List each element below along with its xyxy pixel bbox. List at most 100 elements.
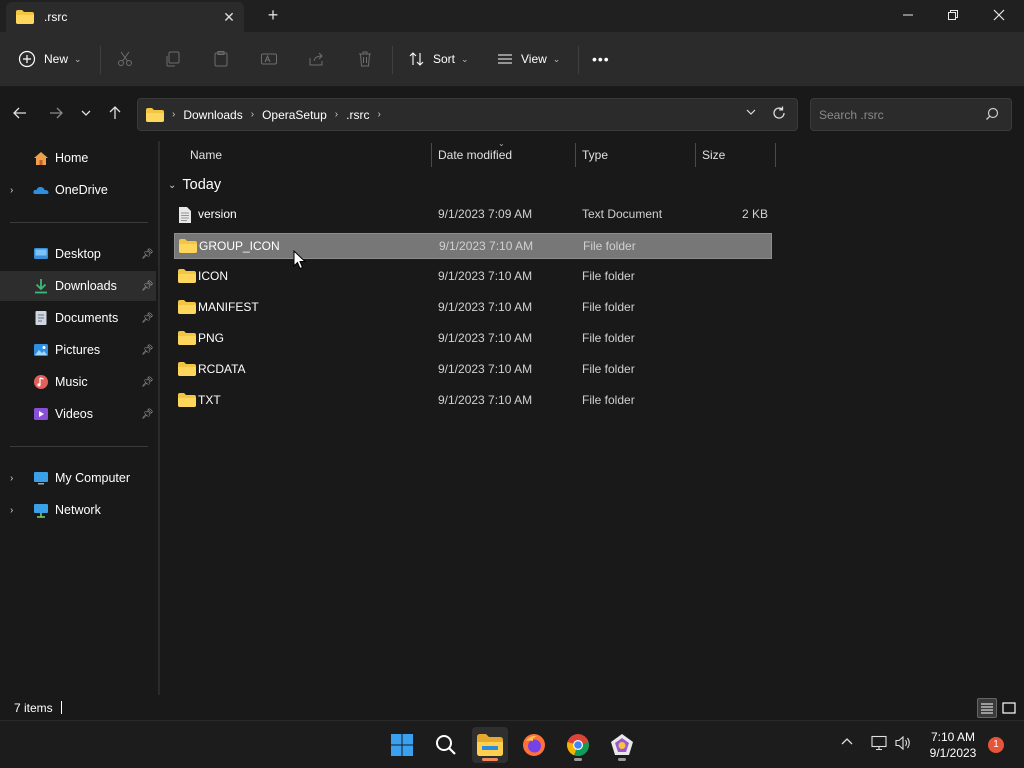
folder-icon (178, 300, 196, 314)
chevron-right-icon[interactable]: › (10, 473, 13, 484)
file-row-version[interactable]: version 9/1/2023 7:09 AM Text Document 2… (174, 202, 772, 228)
breadcrumb-operasetup[interactable]: OperaSetup (262, 108, 327, 122)
pin-icon[interactable]: 📌︎ (141, 345, 154, 356)
new-tab-button[interactable]: + (262, 4, 284, 26)
folder-icon (146, 107, 164, 122)
file-row-txt[interactable]: TXT 9/1/2023 7:10 AM File folder (174, 388, 772, 414)
item-count: 7 items (14, 701, 53, 715)
folder-icon (179, 239, 197, 253)
search-icon (986, 107, 999, 120)
file-row-group-icon[interactable]: GROUP_ICON 9/1/2023 7:10 AM File folder (174, 233, 772, 259)
network-status-button[interactable] (870, 735, 888, 754)
tab-rsrc[interactable]: .rsrc ✕ (6, 2, 244, 32)
sidebar-label: Music (55, 375, 88, 389)
minimize-button[interactable] (885, 0, 931, 30)
details-view-button[interactable] (977, 698, 997, 718)
pin-icon[interactable]: 📌︎ (141, 409, 154, 420)
tab-close-icon[interactable]: ✕ (214, 9, 244, 26)
sidebar-item-my-computer[interactable]: › My Computer (0, 463, 156, 493)
back-button[interactable] (8, 101, 32, 125)
chevron-right-icon[interactable]: › (10, 505, 13, 516)
column-divider[interactable] (575, 143, 576, 167)
file-date: 9/1/2023 7:10 AM (438, 331, 533, 345)
column-header-type[interactable]: Type (582, 141, 608, 168)
volume-button[interactable] (894, 735, 912, 754)
show-hidden-icons-button[interactable] (840, 735, 854, 752)
large-icons-view-button[interactable] (999, 698, 1019, 718)
sidebar-label: My Computer (55, 471, 131, 485)
cut-button[interactable] (116, 44, 134, 74)
sidebar-item-music[interactable]: Music 📌︎ (0, 367, 156, 397)
delete-button[interactable] (356, 44, 374, 74)
pin-icon[interactable]: 📌︎ (141, 281, 154, 292)
taskbar-app[interactable] (604, 727, 640, 763)
close-window-button[interactable] (976, 0, 1022, 30)
pin-icon[interactable]: 📌︎ (141, 313, 154, 324)
system-clock[interactable]: 7:10 AM 9/1/2023 (920, 729, 986, 761)
taskbar-chrome[interactable] (560, 727, 596, 763)
taskbar-firefox[interactable] (516, 727, 552, 763)
chevron-right-icon[interactable]: › (10, 185, 13, 196)
column-divider[interactable] (695, 143, 696, 167)
chevron-right-icon[interactable]: › (251, 109, 254, 120)
breadcrumb-downloads[interactable]: Downloads (183, 108, 242, 122)
column-header-name[interactable]: Name (190, 141, 222, 168)
pin-icon[interactable]: 📌︎ (141, 249, 154, 260)
start-button[interactable] (384, 727, 420, 763)
paste-button[interactable] (212, 44, 230, 74)
share-button[interactable] (308, 44, 326, 74)
mouse-cursor-icon (293, 250, 307, 270)
address-bar[interactable]: › Downloads › OperaSetup › .rsrc › (137, 98, 798, 131)
sidebar-item-home[interactable]: Home (0, 143, 156, 173)
paste-icon (214, 51, 228, 67)
view-button[interactable]: View ⌄ (496, 44, 560, 74)
divider (10, 446, 148, 447)
column-divider[interactable] (775, 143, 776, 167)
file-size: 2 KB (741, 207, 768, 221)
file-row-png[interactable]: PNG 9/1/2023 7:10 AM File folder (174, 326, 772, 352)
sidebar-item-onedrive[interactable]: › OneDrive (0, 175, 156, 205)
pin-icon[interactable]: 📌︎ (141, 377, 154, 388)
breadcrumb-rsrc[interactable]: .rsrc (346, 108, 369, 122)
group-header-today[interactable]: ⌄ Today (168, 177, 221, 193)
restore-button[interactable] (930, 0, 976, 30)
sidebar-item-network[interactable]: › Network (0, 495, 156, 525)
sidebar-item-desktop[interactable]: Desktop 📌︎ (0, 239, 156, 269)
copy-button[interactable] (164, 44, 182, 74)
chevron-down-icon: ⌄ (168, 179, 177, 191)
divider (10, 222, 148, 223)
address-dropdown-icon[interactable] (745, 106, 757, 121)
file-type: File folder (582, 269, 635, 283)
up-button[interactable] (103, 101, 127, 125)
search-box[interactable] (810, 98, 1012, 131)
sort-button[interactable]: Sort ⌄ (408, 44, 469, 74)
title-bar: .rsrc ✕ + (0, 0, 1024, 32)
chevron-right-icon[interactable]: › (335, 109, 338, 120)
rename-button[interactable] (260, 44, 278, 74)
forward-button[interactable] (44, 101, 68, 125)
file-date: 9/1/2023 7:10 AM (438, 269, 533, 283)
more-options-button[interactable]: ••• (592, 44, 610, 74)
sidebar-item-videos[interactable]: Videos 📌︎ (0, 399, 156, 429)
sidebar-item-downloads[interactable]: Downloads 📌︎ (0, 271, 156, 301)
file-type: File folder (582, 393, 635, 407)
new-button[interactable]: New ⌄ (18, 44, 82, 74)
chevron-right-icon: › (172, 109, 176, 120)
taskbar-search-button[interactable] (428, 727, 464, 763)
file-row-rcdata[interactable]: RCDATA 9/1/2023 7:10 AM File folder (174, 357, 772, 383)
sidebar-item-pictures[interactable]: Pictures 📌︎ (0, 335, 156, 365)
file-row-manifest[interactable]: MANIFEST 9/1/2023 7:10 AM File folder (174, 295, 772, 321)
column-header-date[interactable]: Date modified (438, 141, 512, 168)
search-input[interactable] (819, 106, 979, 124)
arrow-right-icon (50, 107, 63, 119)
file-row-icon[interactable]: ICON 9/1/2023 7:10 AM File folder (174, 264, 772, 290)
column-header-size[interactable]: Size (702, 141, 725, 168)
recent-locations-button[interactable] (74, 101, 98, 125)
refresh-icon[interactable] (771, 105, 787, 124)
notification-badge[interactable]: 1 (988, 737, 1004, 753)
chevron-right-icon[interactable]: › (377, 109, 380, 120)
sidebar-label: Downloads (55, 279, 117, 293)
taskbar-file-explorer[interactable] (472, 727, 508, 763)
column-divider[interactable] (431, 143, 432, 167)
sidebar-item-documents[interactable]: Documents 📌︎ (0, 303, 156, 333)
